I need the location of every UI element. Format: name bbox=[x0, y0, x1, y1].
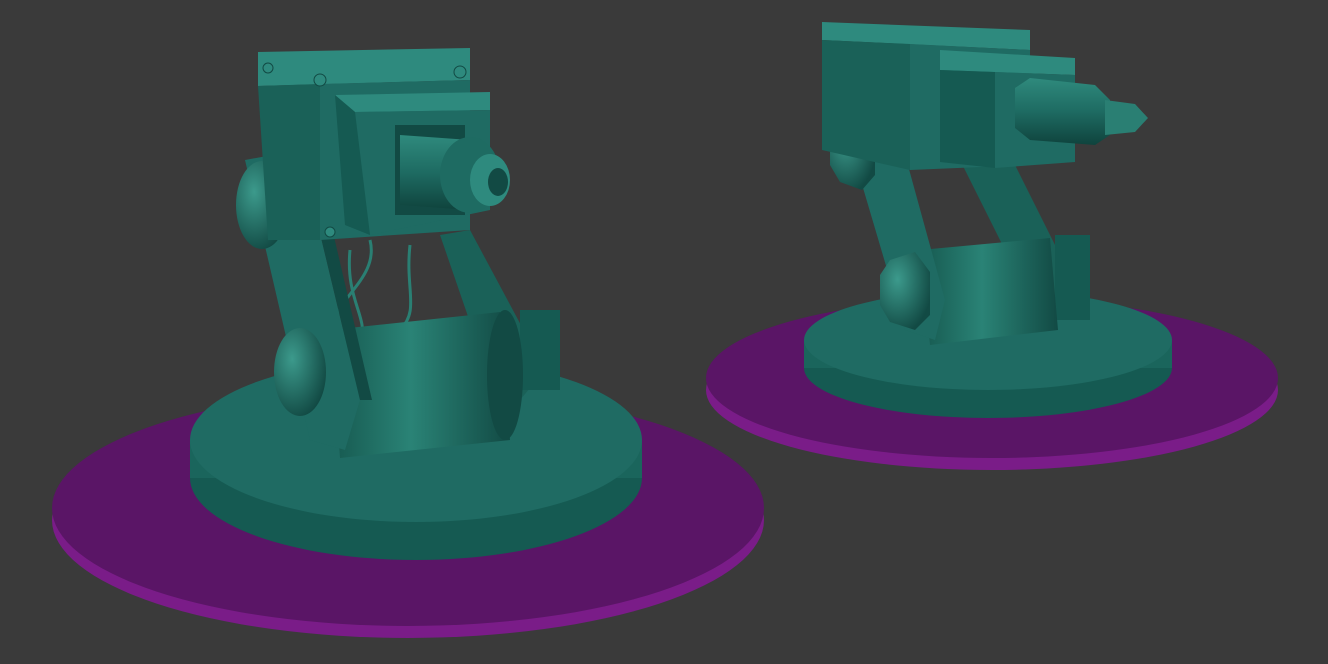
gun-barrel-left bbox=[400, 135, 510, 213]
turret-high-poly[interactable] bbox=[52, 48, 764, 638]
turret-low-poly[interactable] bbox=[706, 22, 1278, 470]
gun-barrel-right bbox=[1015, 78, 1148, 145]
lower-joint-ball-left bbox=[274, 328, 326, 416]
3d-viewport[interactable] bbox=[0, 0, 1328, 664]
render-scene bbox=[52, 22, 1278, 638]
